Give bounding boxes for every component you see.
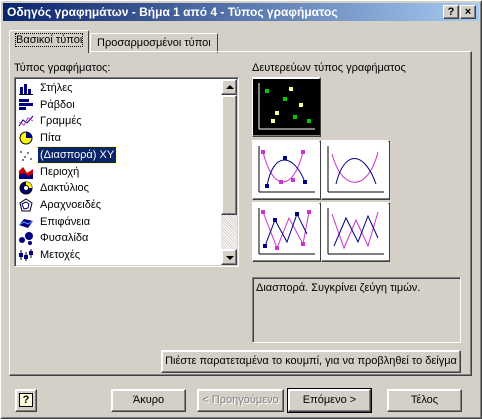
chart-type-item-label: Πίτα xyxy=(40,132,61,145)
scatter-smooth-icon xyxy=(327,146,384,193)
chart-type-item-label: Φυσαλίδα xyxy=(40,232,89,245)
chart-type-item[interactable]: Ράβδοι xyxy=(17,97,220,113)
subtype-label: Δευτερεύων τύπος γραφήματος xyxy=(252,62,406,74)
arrow-down-icon xyxy=(226,256,234,260)
cancel-button[interactable]: Άκυρο xyxy=(111,389,186,412)
chart-type-item-label: Μετοχές xyxy=(40,249,81,261)
chart-type-item[interactable]: Δακτύλιος xyxy=(17,180,220,196)
chart-type-item-label: Αραχνοειδές xyxy=(40,198,102,211)
cancel-label: Άκυρο xyxy=(132,394,165,406)
next-label: Επόμενο > xyxy=(302,394,357,406)
chart-type-item-label: Ράβδοι xyxy=(40,98,75,111)
chart-type-item-label: Γραμμές xyxy=(40,115,82,128)
scatter-lines-icon xyxy=(327,208,384,255)
window-title: Οδηγός γραφημάτων - Βήμα 1 από 4 - Τύπος… xyxy=(7,5,338,19)
finish-label: Τέλος xyxy=(410,394,439,406)
subtype-scatter-markers[interactable] xyxy=(252,77,321,137)
subtype-scatter-lines-markers[interactable] xyxy=(252,202,321,262)
help-icon: ? xyxy=(19,393,33,407)
bubble-chart-icon xyxy=(18,231,34,246)
back-button[interactable]: < Προηγούμενο xyxy=(197,389,284,412)
scatter-lines-markers-icon xyxy=(258,208,315,255)
subtype-scatter-lines[interactable] xyxy=(321,202,390,262)
chart-type-item[interactable]: Επιφάνεια xyxy=(17,214,220,230)
subtype-scatter-markers-preview xyxy=(253,79,320,135)
title-bar: Οδηγός γραφημάτων - Βήμα 1 από 4 - Τύπος… xyxy=(3,3,479,21)
finish-button[interactable]: Τέλος xyxy=(387,389,462,412)
line-chart-icon xyxy=(18,114,34,128)
scatter-markers-icon xyxy=(258,83,315,130)
chart-type-item-label: (Διασπορά) XY xyxy=(36,145,118,164)
help-icon: ? xyxy=(447,6,455,18)
arrow-up-icon xyxy=(226,85,234,89)
tab-custom-types[interactable]: Προσαρμοσμένοι τύποι xyxy=(90,33,218,53)
subtype-scatter-lines-markers-preview xyxy=(253,204,320,260)
area-chart-icon xyxy=(18,165,34,179)
next-button[interactable]: Επόμενο > xyxy=(287,388,372,413)
tab-standard-types-label: Βασικοί τύποι xyxy=(14,33,84,47)
chart-type-item[interactable]: Αραχνοειδές xyxy=(17,197,220,213)
help-button[interactable]: ? xyxy=(15,389,37,412)
subtype-scatter-smooth-preview xyxy=(322,142,389,198)
subtype-label-text: Δευτερεύων τύπος γραφήματος xyxy=(252,62,406,74)
column-chart-icon xyxy=(18,81,34,95)
scatter-smooth-markers-icon xyxy=(258,146,315,193)
bar-chart-icon xyxy=(18,98,34,112)
scatter-chart-icon xyxy=(18,148,34,162)
scroll-up-button[interactable] xyxy=(221,79,237,95)
close-button[interactable]: × xyxy=(460,5,476,19)
chart-type-item[interactable]: Στήλες xyxy=(17,80,220,96)
tab-standard-types[interactable]: Βασικοί τύποι xyxy=(9,30,90,53)
chart-type-item[interactable]: Φυσαλίδα xyxy=(17,230,220,246)
chart-type-item[interactable]: Μετοχές xyxy=(17,247,220,263)
chart-type-item-label: Επιφάνεια xyxy=(40,215,91,228)
back-label: < Προηγούμενο xyxy=(202,394,279,406)
chart-type-item[interactable]: Πίτα xyxy=(17,130,220,146)
chart-type-scrollbar[interactable] xyxy=(221,79,237,265)
chart-type-item[interactable]: (Διασπορά) XY xyxy=(17,145,220,164)
close-icon: × xyxy=(464,6,472,18)
scroll-thumb[interactable] xyxy=(221,95,237,215)
preview-sample-label: Πιέστε παρατεταμένα το κουμπί, για να πρ… xyxy=(165,355,457,367)
scroll-down-button[interactable] xyxy=(221,249,237,265)
subtype-description-box: Διασπορά. Συγκρίνει ζεύγη τιμών. xyxy=(252,277,461,343)
chart-type-item-label: Δακτύλιος xyxy=(40,182,89,195)
preview-sample-button[interactable]: Πιέστε παρατεταμένα το κουμπί, για να πρ… xyxy=(161,350,461,373)
chart-type-label: Τύπος γραφήματος: xyxy=(14,62,110,74)
chart-type-item[interactable]: Γραμμές xyxy=(17,113,220,129)
chart-type-label-text: Τύπος γραφήματος: xyxy=(14,62,111,74)
subtype-description: Διασπορά. Συγκρίνει ζεύγη τιμών. xyxy=(256,282,421,294)
subtype-scatter-lines-preview xyxy=(322,204,389,260)
chart-type-list[interactable]: Στήλες Ράβδοι Γραμμές Πίτα (Διασπορά) XY Περι… xyxy=(14,77,239,267)
subtype-scatter-smooth[interactable] xyxy=(321,140,390,200)
radar-chart-icon xyxy=(18,198,34,212)
subtype-scatter-smooth-markers[interactable] xyxy=(252,140,321,200)
pie-chart-icon xyxy=(18,131,34,145)
chart-type-item[interactable]: Περιοχή xyxy=(17,164,220,180)
surface-chart-icon xyxy=(18,215,34,229)
chart-type-item-label: Περιοχή xyxy=(40,165,80,178)
stock-chart-icon xyxy=(18,248,34,262)
tab-custom-types-label: Προσαρμοσμένοι τύποι xyxy=(97,37,211,49)
chart-type-item-label: Στήλες xyxy=(40,82,73,94)
doughnut-chart-icon xyxy=(18,181,34,195)
subtype-scatter-smooth-markers-preview xyxy=(253,142,320,198)
help-title-button[interactable]: ? xyxy=(443,5,459,19)
